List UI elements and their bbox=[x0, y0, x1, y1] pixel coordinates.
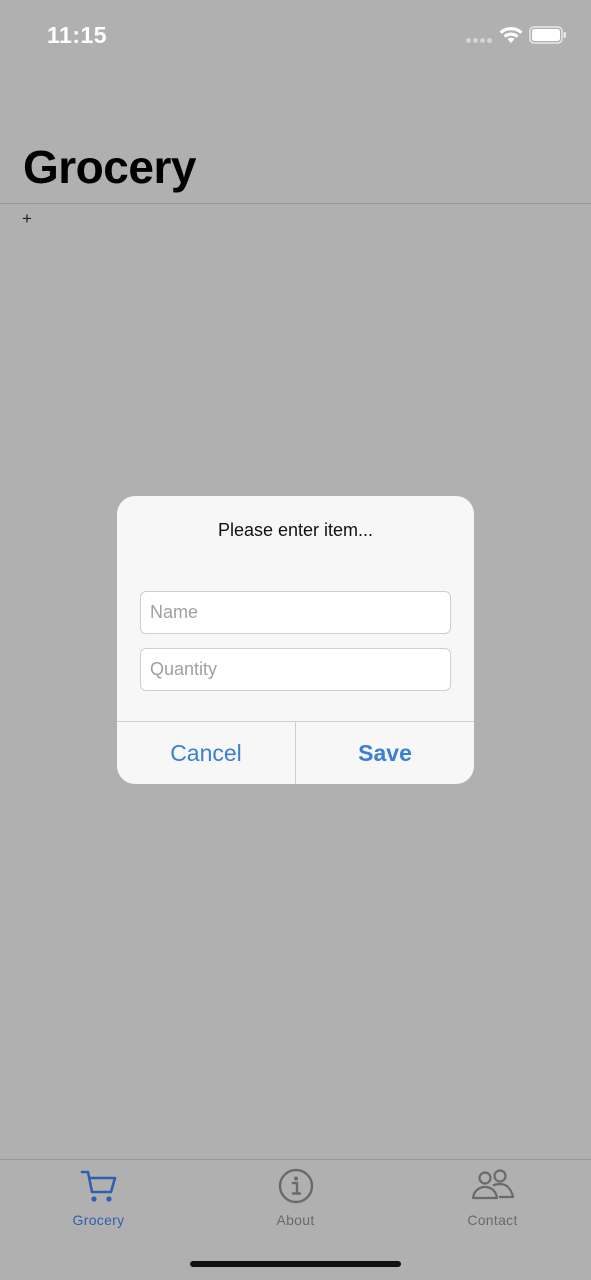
cancel-button[interactable]: Cancel bbox=[117, 722, 295, 784]
tab-grocery[interactable]: Grocery bbox=[0, 1160, 197, 1240]
tab-about[interactable]: About bbox=[197, 1160, 394, 1240]
tab-label: Grocery bbox=[72, 1212, 125, 1228]
status-bar: 11:15 bbox=[0, 0, 591, 70]
name-field[interactable] bbox=[140, 591, 451, 634]
add-item-dialog: Please enter item... Cancel Save bbox=[117, 496, 474, 784]
info-icon bbox=[278, 1168, 314, 1204]
tab-label: About bbox=[276, 1212, 315, 1228]
add-item-button[interactable]: + bbox=[19, 207, 35, 231]
screen: 11:15 Grocery + Please enter item... Can… bbox=[0, 0, 591, 1280]
dialog-message: Please enter item... bbox=[217, 520, 374, 540]
wifi-icon bbox=[499, 27, 523, 43]
contacts-icon bbox=[471, 1169, 515, 1200]
signal-dots-icon bbox=[466, 38, 494, 44]
battery-icon bbox=[529, 26, 566, 44]
cart-icon bbox=[80, 1170, 117, 1202]
save-button[interactable]: Save bbox=[296, 722, 474, 784]
tab-contact[interactable]: Contact bbox=[394, 1160, 591, 1240]
home-indicator bbox=[190, 1261, 401, 1267]
tab-label: Contact bbox=[467, 1212, 518, 1228]
header-divider bbox=[0, 203, 591, 204]
quantity-field[interactable] bbox=[140, 648, 451, 691]
page-title: Grocery bbox=[23, 141, 196, 193]
status-time: 11:15 bbox=[47, 22, 108, 48]
